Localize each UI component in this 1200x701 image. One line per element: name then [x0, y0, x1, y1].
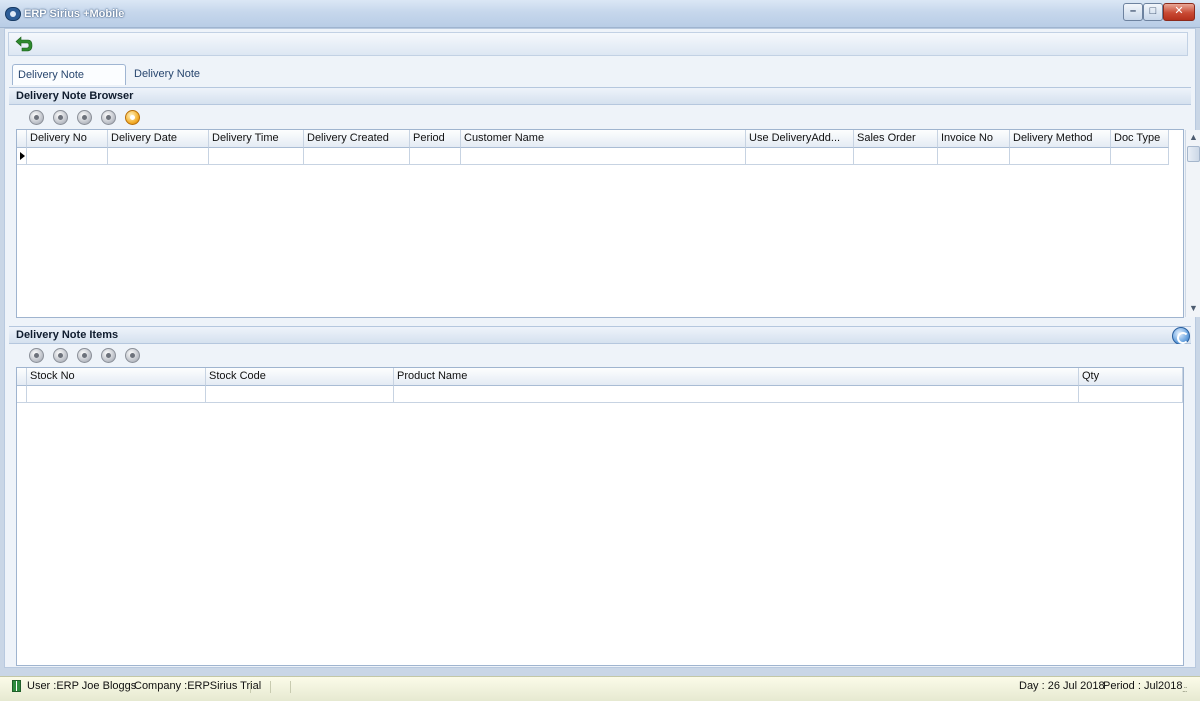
refresh-item-icon[interactable]: [125, 348, 140, 363]
tab-delivery-note-browser[interactable]: Delivery Note Browser: [12, 64, 126, 101]
next-item-icon[interactable]: [77, 348, 92, 363]
next-record-icon[interactable]: [77, 110, 92, 125]
col-stock-no[interactable]: Stock No: [27, 368, 206, 386]
col-delivery-time[interactable]: Delivery Time: [209, 130, 304, 148]
col-invoice-no[interactable]: Invoice No: [938, 130, 1010, 148]
status-divider: [290, 681, 291, 693]
current-row-pointer-icon: [20, 152, 25, 160]
col-delivery-method[interactable]: Delivery Method: [1010, 130, 1111, 148]
row-indicator: [17, 386, 27, 403]
status-day: Day : 26 Jul 2018: [1019, 680, 1105, 692]
first-item-icon[interactable]: [29, 348, 44, 363]
col-use-delivery-address[interactable]: Use DeliveryAdd...: [746, 130, 854, 148]
col-sales-order[interactable]: Sales Order: [854, 130, 938, 148]
back-arrow-icon[interactable]: [15, 36, 33, 53]
window-title: ERP Sirius +Mobile: [24, 8, 125, 20]
app-logo-icon: [5, 7, 21, 21]
resize-grip-icon[interactable]: .::: [1182, 684, 1187, 694]
col-stock-code[interactable]: Stock Code: [206, 368, 394, 386]
prev-item-icon[interactable]: [53, 348, 68, 363]
minimize-button[interactable]: –: [1123, 3, 1143, 21]
row-indicator-header: [17, 368, 27, 386]
scroll-thumb[interactable]: [1187, 146, 1200, 162]
status-company: Company :ERPSirius Trial: [134, 680, 262, 692]
first-record-icon[interactable]: [29, 110, 44, 125]
table-cell[interactable]: [410, 148, 461, 165]
col-doc-type[interactable]: Doc Type: [1111, 130, 1169, 148]
scroll-up-icon[interactable]: ▲: [1186, 130, 1200, 146]
table-cell[interactable]: [461, 148, 746, 165]
status-divider: [250, 681, 251, 693]
close-button[interactable]: ✕: [1163, 3, 1195, 21]
col-qty[interactable]: Qty: [1079, 368, 1183, 386]
title-bar: [0, 0, 1200, 28]
col-delivery-created[interactable]: Delivery Created: [304, 130, 410, 148]
delivery-note-items-grid[interactable]: Stock No Stock Code Product Name Qty: [16, 367, 1184, 666]
table-cell[interactable]: [394, 386, 1079, 403]
browser-section-header: Delivery Note Browser: [9, 87, 1191, 105]
status-book-icon: [12, 680, 21, 692]
table-cell[interactable]: [27, 148, 108, 165]
table-cell[interactable]: [854, 148, 938, 165]
status-period: Period : Jul2018: [1103, 680, 1183, 692]
maximize-button[interactable]: □: [1143, 3, 1163, 21]
scroll-down-icon[interactable]: ▼: [1186, 301, 1200, 317]
toolbar: [8, 32, 1188, 56]
table-cell[interactable]: [1010, 148, 1111, 165]
col-customer-name[interactable]: Customer Name: [461, 130, 746, 148]
col-delivery-date[interactable]: Delivery Date: [108, 130, 209, 148]
table-cell[interactable]: [108, 148, 209, 165]
last-item-icon[interactable]: [101, 348, 116, 363]
table-cell[interactable]: [209, 148, 304, 165]
delivery-note-grid[interactable]: Delivery No Delivery Date Delivery Time …: [16, 129, 1200, 318]
items-section-header: Delivery Note Items: [9, 326, 1191, 344]
last-record-icon[interactable]: [101, 110, 116, 125]
col-delivery-no[interactable]: Delivery No: [27, 130, 108, 148]
table-cell[interactable]: [746, 148, 854, 165]
status-divider: [270, 681, 271, 693]
table-cell[interactable]: [304, 148, 410, 165]
vertical-scrollbar[interactable]: ▲ ▼: [1185, 130, 1200, 317]
table-cell[interactable]: [206, 386, 394, 403]
table-cell[interactable]: [938, 148, 1010, 165]
status-user: User :ERP Joe Bloggs: [27, 680, 137, 692]
col-period[interactable]: Period: [410, 130, 461, 148]
refresh-record-icon[interactable]: [125, 110, 140, 125]
items-navigation-bar: [9, 344, 1191, 366]
row-indicator-header: [17, 130, 27, 148]
table-cell[interactable]: [27, 386, 206, 403]
refresh-icon[interactable]: [1172, 327, 1190, 345]
table-cell[interactable]: [1111, 148, 1169, 165]
prev-record-icon[interactable]: [53, 110, 68, 125]
table-cell[interactable]: [1079, 386, 1183, 403]
browser-navigation-bar: [9, 106, 1191, 128]
tab-delivery-note-details[interactable]: Delivery Note Details: [129, 64, 235, 100]
col-product-name[interactable]: Product Name: [394, 368, 1079, 386]
